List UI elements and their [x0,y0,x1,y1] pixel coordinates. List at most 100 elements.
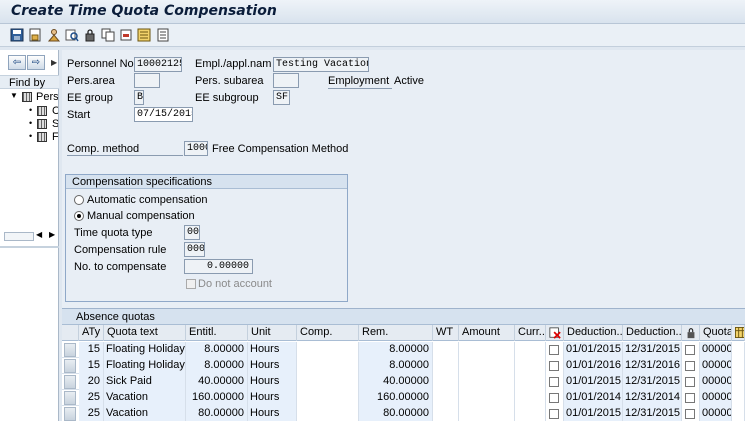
horizontal-scrollbar[interactable]: ◀ ▶ [4,230,58,243]
row-checkbox[interactable] [685,345,695,355]
cell-quota: 00000 [700,390,732,406]
cell-amount[interactable] [459,358,515,374]
start-date-field[interactable]: 07/15/2015 [134,107,193,122]
lock-column-icon[interactable] [682,325,700,341]
cell-amount[interactable] [459,406,515,421]
tree-item[interactable]: • F [0,131,58,144]
empl-name-field[interactable]: Testing Vacation [273,57,369,72]
cell-comp[interactable] [297,390,359,406]
select-all-header[interactable] [62,325,79,341]
save-icon[interactable] [10,28,24,42]
column-header[interactable]: Unit [248,325,297,341]
row-selector[interactable] [64,343,76,357]
cell-amount[interactable] [459,374,515,390]
forward-arrow-icon[interactable]: ⇨ [27,55,45,70]
vertical-scrollbar[interactable] [732,390,745,406]
column-header[interactable]: ATy [79,325,104,341]
manual-compensation-radio[interactable] [74,211,84,221]
cell-comp[interactable] [297,342,359,358]
tree-item-person[interactable]: ▼ Person [0,91,58,104]
time-quota-type-field[interactable]: 00 [184,225,200,240]
column-header[interactable]: Deduction... [623,325,682,341]
cell-wt[interactable] [433,374,459,390]
row-selector[interactable] [64,375,76,389]
cell-amount[interactable] [459,342,515,358]
row-checkbox[interactable] [549,361,559,371]
cell-curr[interactable] [515,358,546,374]
copy-icon[interactable] [101,28,115,42]
compensation-rule-field[interactable]: 000 [184,242,205,257]
table-row[interactable]: 15 Floating Holiday 8.00000 Hours 8.00000 01/… [62,342,745,358]
cell-unit: Hours [248,374,297,390]
cell-curr[interactable] [515,406,546,421]
search-icon[interactable] [65,28,79,42]
row-selector[interactable] [64,407,76,421]
column-header[interactable]: Deduction... [564,325,623,341]
vertical-scrollbar[interactable] [732,374,745,390]
column-settings-icon[interactable] [732,325,745,341]
collapse-icon[interactable]: ▼ [10,91,18,100]
vertical-scrollbar[interactable] [732,406,745,421]
row-checkbox[interactable] [549,409,559,419]
cell-amount[interactable] [459,390,515,406]
pers-subarea-field[interactable] [273,73,299,88]
column-header[interactable]: Rem. [359,325,433,341]
scroll-left-icon[interactable]: ◀ [36,230,42,239]
cell-curr[interactable] [515,342,546,358]
ee-group-field[interactable]: B [134,90,144,105]
row-checkbox[interactable] [549,377,559,387]
no-to-compensate-field[interactable]: 0.00000 [184,259,253,274]
table-row[interactable]: 25 Vacation 160.00000 Hours 160.00000 01/01/2… [62,390,745,406]
scroll-right-icon[interactable]: ▶ [49,230,55,239]
personnel-no-field[interactable]: 10002125 [134,57,182,72]
cell-comp[interactable] [297,358,359,374]
cell-curr[interactable] [515,374,546,390]
binoculars-icon [37,119,47,129]
ee-subgroup-field[interactable]: SF [273,90,290,105]
tree-item[interactable]: • S [0,118,58,131]
delete-icon[interactable] [119,28,133,42]
back-arrow-icon[interactable]: ⇦ [8,55,26,70]
save-as-icon[interactable] [28,28,42,42]
lock-icon[interactable] [83,28,97,42]
column-header[interactable]: WT [433,325,459,341]
vertical-scrollbar[interactable] [732,342,745,358]
row-selector[interactable] [64,359,76,373]
automatic-compensation-radio[interactable] [74,195,84,205]
cell-comp[interactable] [297,406,359,421]
pers-area-field[interactable] [134,73,160,88]
cell-wt[interactable] [433,406,459,421]
row-checkbox[interactable] [685,409,695,419]
list-icon[interactable] [156,28,170,42]
vertical-scrollbar[interactable] [732,358,745,374]
do-not-account-checkbox[interactable] [186,279,196,289]
row-checkbox[interactable] [685,361,695,371]
expand-icon[interactable]: ▶ [51,58,57,67]
table-row[interactable]: 25 Vacation 80.00000 Hours 80.00000 01/01/201… [62,406,745,421]
table-row[interactable]: 20 Sick Paid 40.00000 Hours 40.00000 01/01/20… [62,374,745,390]
column-header[interactable]: Quota text [104,325,186,341]
table-row[interactable]: 15 Floating Holiday 8.00000 Hours 8.00000 01/… [62,358,745,374]
column-header[interactable]: Entitl. [186,325,248,341]
scroll-track[interactable] [4,232,34,241]
comp-method-code[interactable]: 1000 [184,141,208,156]
person-icon[interactable] [47,28,61,42]
row-checkbox[interactable] [685,377,695,387]
column-header[interactable]: Comp. [297,325,359,341]
column-header[interactable]: Curr... [515,325,546,341]
cell-wt[interactable] [433,390,459,406]
row-selector[interactable] [64,391,76,405]
column-header[interactable]: Amount [459,325,515,341]
row-checkbox[interactable] [549,393,559,403]
overview-icon[interactable] [137,28,151,42]
table-header: ATy Quota text Entitl. Unit Comp. Rem. W… [62,325,745,341]
row-checkbox[interactable] [685,393,695,403]
cell-curr[interactable] [515,390,546,406]
delete-column-icon[interactable] [546,325,564,341]
column-header[interactable]: Quota [700,325,732,341]
row-checkbox[interactable] [549,345,559,355]
tree-item[interactable]: • C [0,105,58,118]
cell-wt[interactable] [433,342,459,358]
cell-comp[interactable] [297,374,359,390]
cell-wt[interactable] [433,358,459,374]
